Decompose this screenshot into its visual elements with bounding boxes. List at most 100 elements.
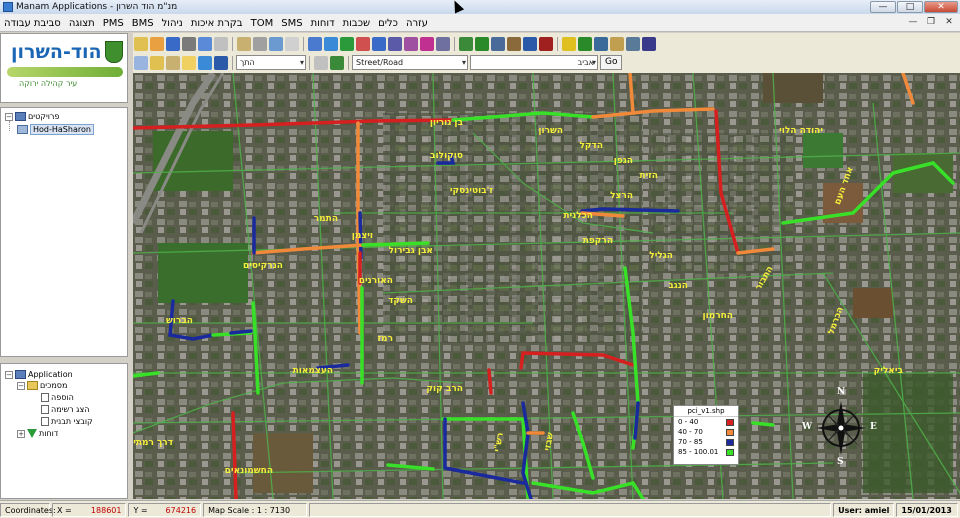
menu-item[interactable]: תצוגה [67,18,97,29]
street-label: הנגב [668,281,688,291]
folder-open-icon[interactable] [150,55,164,70]
project-tree-panel: − פרויקטים Hod-HaSharon [0,107,128,357]
menu-item[interactable]: כלים [376,18,400,29]
menu-item[interactable]: בקרת איכות [189,18,245,29]
street-label: הרב קוק [426,384,463,394]
app-tree-item[interactable]: הצג רשימה [41,405,89,414]
menu-item[interactable]: עזרה [404,18,430,29]
pan-icon[interactable] [214,55,228,70]
street-label: הדקל [579,141,603,151]
menu-item[interactable]: TOM [249,18,276,29]
eraser-icon[interactable] [285,36,299,51]
street-label: הרצל [610,191,633,201]
star-icon[interactable] [562,36,576,51]
undo-icon[interactable] [388,36,402,51]
y-value: 674216 [165,505,197,515]
field [253,433,313,493]
zoom-in-icon[interactable] [324,36,338,51]
zoom-out-icon[interactable] [340,36,354,51]
refresh-icon[interactable] [372,36,386,51]
compass-icon [816,401,866,455]
menu-item[interactable]: SMS [279,18,304,29]
dropdown-icon[interactable] [214,36,228,51]
legend-label: 70 - 85 [678,438,703,446]
expand-icon[interactable]: + [17,429,25,438]
menu-item[interactable]: דוחות [309,18,337,29]
toolbar-separator [348,55,349,70]
mdi-minimize-button[interactable]: — [906,16,920,29]
layer-stack-icon[interactable] [166,55,180,70]
menu-item[interactable]: PMS [101,18,126,29]
collapse-icon[interactable]: − [17,381,25,390]
line-icon[interactable] [253,36,267,51]
picture-icon[interactable] [182,55,196,70]
settings-icon[interactable] [642,36,656,51]
home-icon[interactable] [626,36,640,51]
app-tree-item-label: קובצי תבנית [51,417,93,426]
crosshair-icon[interactable] [198,55,212,70]
minimize-button[interactable]: — [870,1,896,13]
street-label: הכלנית [563,211,593,221]
menu-item[interactable]: ניהול [160,18,185,29]
app-tree-folder-label: מסמכים [40,381,68,390]
identify-icon[interactable] [523,36,537,51]
app-tree-root[interactable]: − Application [5,370,73,379]
tree-item-hod-hasharon[interactable]: Hod-HaSharon [17,124,94,135]
maximize-button[interactable]: □ [897,1,923,13]
city-logo: הוד-השרון עיר קהילה ירוקה [5,37,125,99]
move-icon[interactable] [507,36,521,51]
app-tree-folder[interactable]: − מסמכים [17,381,67,390]
app-tree-reports[interactable]: + דוחות [17,429,58,438]
collapse-icon[interactable]: − [5,112,13,121]
legend-row: 85 - 100.01 [674,447,738,457]
pci-icon[interactable] [134,55,148,70]
mail-icon[interactable] [539,36,553,51]
go-button[interactable]: Go [600,55,623,70]
add-icon[interactable] [475,36,489,51]
print-icon[interactable] [182,36,196,51]
binoculars-icon[interactable] [330,55,344,70]
zoom-rect-icon[interactable] [356,36,370,51]
street-label: רמז [377,334,393,344]
tree-root[interactable]: − פרויקטים [5,112,59,121]
g-icon[interactable] [436,36,450,51]
toolbar-separator [454,36,455,51]
street-label: הגפן [614,156,633,166]
street-value-combo[interactable]: אביב [470,55,598,70]
mdi-restore-button[interactable]: ❐ [924,16,938,29]
measure-icon[interactable] [491,36,505,51]
layer-icon[interactable] [420,36,434,51]
globe-icon[interactable] [198,36,212,51]
mdi-close-button[interactable]: ✕ [942,16,956,29]
layers-icon[interactable] [459,36,473,51]
select-rect-icon[interactable] [237,36,251,51]
excel-icon[interactable] [578,36,592,51]
street-type-combo[interactable]: Street/Road [352,55,468,70]
app-tree-item[interactable]: קובצי תבנית [41,417,93,426]
map-scale: Map Scale : 1 : 7130 [203,502,308,517]
layer-icon [17,125,28,134]
pci-legend[interactable]: pci_v1.shp 0 - 40 40 - 70 70 - 85 85 - 100.… [673,405,739,465]
redo-icon[interactable] [404,36,418,51]
open-file-icon[interactable] [150,36,164,51]
open-folder-icon[interactable] [134,36,148,51]
document-icon [41,405,49,414]
street-label: הברוש [166,316,193,326]
edit-icon[interactable] [269,36,283,51]
hand-pan-icon[interactable] [308,36,322,51]
toolbar-row-2: התך Street/Road אביב Go [133,53,623,72]
map-view[interactable]: בן גוריון השרון הדקל הגפן הזית הרצל סוקולוב ז'ב… [133,73,960,499]
table-icon[interactable] [610,36,624,51]
compass-north: N [837,387,846,397]
menu-item[interactable]: שכבות [341,18,372,29]
close-button[interactable]: ✕ [924,1,958,13]
layer-combo-icon[interactable] [314,55,328,70]
menu-item[interactable]: BMS [130,18,156,29]
app-tree-item[interactable]: הוספה [41,393,74,402]
to-combo[interactable]: התך [236,55,306,70]
street-label: ז'בוטינסקי [450,186,494,196]
save-icon[interactable] [166,36,180,51]
collapse-icon[interactable]: − [5,370,13,379]
menu-item[interactable]: סביבת עבודה [2,18,63,29]
chart-icon[interactable] [594,36,608,51]
